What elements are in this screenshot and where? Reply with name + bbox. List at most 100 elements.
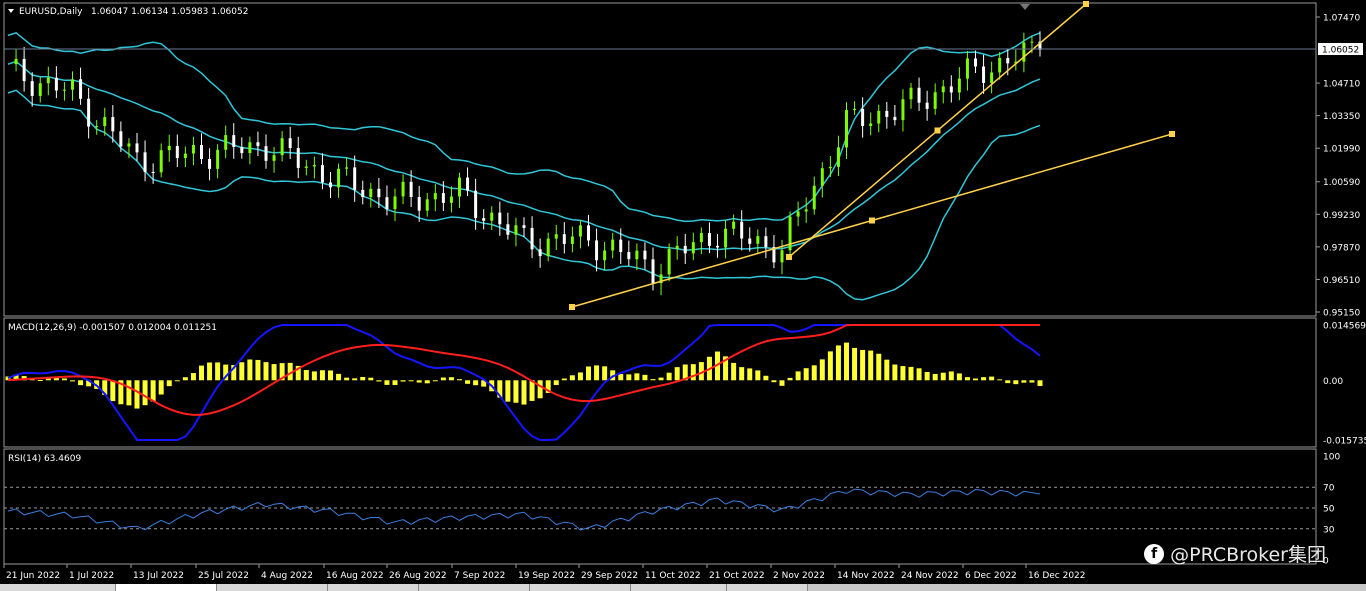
candle-body <box>595 240 599 261</box>
candle-body <box>603 250 607 261</box>
macd-bar <box>618 373 624 381</box>
candle-body <box>965 58 969 79</box>
chart-tab[interactable] <box>0 584 116 591</box>
trendline-handle[interactable] <box>786 254 792 260</box>
macd-bar <box>561 378 567 381</box>
candle-body <box>716 245 719 248</box>
candle-body <box>449 196 453 203</box>
macd-bar <box>182 377 188 381</box>
macd-bar <box>787 377 793 381</box>
macd-bar <box>779 380 785 386</box>
trendline-handle[interactable] <box>1083 1 1089 7</box>
macd-bar <box>739 367 745 381</box>
main-title: EURUSD,Daily <box>19 7 83 17</box>
macd-bar <box>150 380 156 402</box>
macd-bar <box>747 368 753 381</box>
x-tick-label: 26 Aug 2022 <box>389 571 447 581</box>
macd-bar <box>78 380 84 386</box>
chart-tab[interactable] <box>631 584 727 591</box>
candle-body <box>401 181 405 197</box>
macd-bar <box>956 373 962 381</box>
candle-body <box>38 83 42 96</box>
candle-body <box>869 123 873 127</box>
candle-body <box>272 155 276 161</box>
candle-body <box>538 249 542 257</box>
candle-body <box>353 167 357 190</box>
trendline-handle[interactable] <box>569 304 575 310</box>
chart-tab[interactable] <box>217 584 328 591</box>
chart-tab-active[interactable] <box>116 584 217 591</box>
macd-bar <box>537 380 543 399</box>
candle-body <box>232 135 236 147</box>
trendline-handle[interactable] <box>934 127 941 134</box>
macd-bar <box>844 342 849 381</box>
y-tick-label: 1.03350 <box>1323 112 1360 122</box>
x-tick-label: 2 Nov 2022 <box>773 571 825 581</box>
chart-tab[interactable] <box>727 584 808 591</box>
candle-body <box>724 228 728 248</box>
candle-body <box>836 147 840 167</box>
candle-body <box>288 138 292 149</box>
macd-bar <box>553 380 559 386</box>
main-ohlc: 1.06047 1.06134 1.05983 1.06052 <box>91 7 248 17</box>
macd-tick-label: 0.014569 <box>1323 322 1366 332</box>
x-tick-label: 19 Sep 2022 <box>518 571 575 581</box>
macd-bar <box>465 380 471 384</box>
candle-body <box>675 245 679 249</box>
macd-title: MACD(12,26,9) -0.001507 0.012004 0.01125… <box>8 323 217 333</box>
chart-tab[interactable] <box>419 584 530 591</box>
candle-body <box>30 81 34 96</box>
x-tick-label: 29 Sep 2022 <box>581 571 638 581</box>
candle-body <box>369 188 373 198</box>
candle-body <box>304 166 308 168</box>
candle-body <box>143 152 147 172</box>
candle-body <box>296 148 300 168</box>
y-tick-label: 0.96510 <box>1323 276 1360 286</box>
macd-bar <box>860 349 866 381</box>
macd-bar <box>997 379 1003 381</box>
macd-bar <box>521 380 527 405</box>
candle-body <box>748 238 752 244</box>
chart-tabs-bar <box>0 584 1366 591</box>
macd-bar <box>311 371 317 381</box>
macd-panel[interactable]: MACD(12,26,9) -0.001507 0.012004 0.01125… <box>3 317 1317 448</box>
candle-body <box>562 234 566 244</box>
x-tick-label: 24 Nov 2022 <box>901 571 959 581</box>
candle-body <box>490 212 494 221</box>
rsi-tick-label: 30 <box>1323 525 1335 535</box>
candle-body <box>135 143 139 153</box>
macd-bar <box>271 364 277 381</box>
macd-bar <box>400 380 406 382</box>
candle-body <box>175 145 179 159</box>
trendline-handle[interactable] <box>869 217 875 224</box>
candle-body <box>248 142 252 154</box>
candle-body <box>635 250 639 260</box>
main-price-panel[interactable]: EURUSD,Daily 1.06047 1.06134 1.05983 1.0… <box>3 1 1317 317</box>
x-tick-label: 4 Aug 2022 <box>261 571 313 581</box>
y-tick-label: 1.04710 <box>1323 80 1360 90</box>
candle-body <box>820 168 824 186</box>
candle-body <box>780 250 784 263</box>
macd-bar <box>360 377 366 381</box>
candle-body <box>828 166 832 169</box>
macd-bar <box>819 359 825 381</box>
candle-body <box>482 218 486 221</box>
candle-body <box>998 57 1002 73</box>
macd-bar <box>658 377 664 381</box>
macd-bar <box>852 347 858 381</box>
candle-body <box>191 145 195 154</box>
macd-bar <box>319 370 325 381</box>
chart-tab[interactable] <box>530 584 631 591</box>
macd-bar <box>70 380 75 382</box>
candle-body <box>740 221 744 239</box>
rsi-panel[interactable]: RSI(14) 63.4609 <box>3 448 1317 565</box>
chart-tab[interactable] <box>328 584 419 591</box>
candle-body <box>87 98 91 127</box>
macd-bar <box>336 373 342 381</box>
macd-bar <box>884 359 890 381</box>
macd-bar <box>199 365 204 381</box>
candle-body <box>627 252 631 260</box>
candle-body <box>901 99 905 121</box>
macd-bar <box>61 378 67 381</box>
trendline-handle[interactable] <box>1169 131 1175 137</box>
